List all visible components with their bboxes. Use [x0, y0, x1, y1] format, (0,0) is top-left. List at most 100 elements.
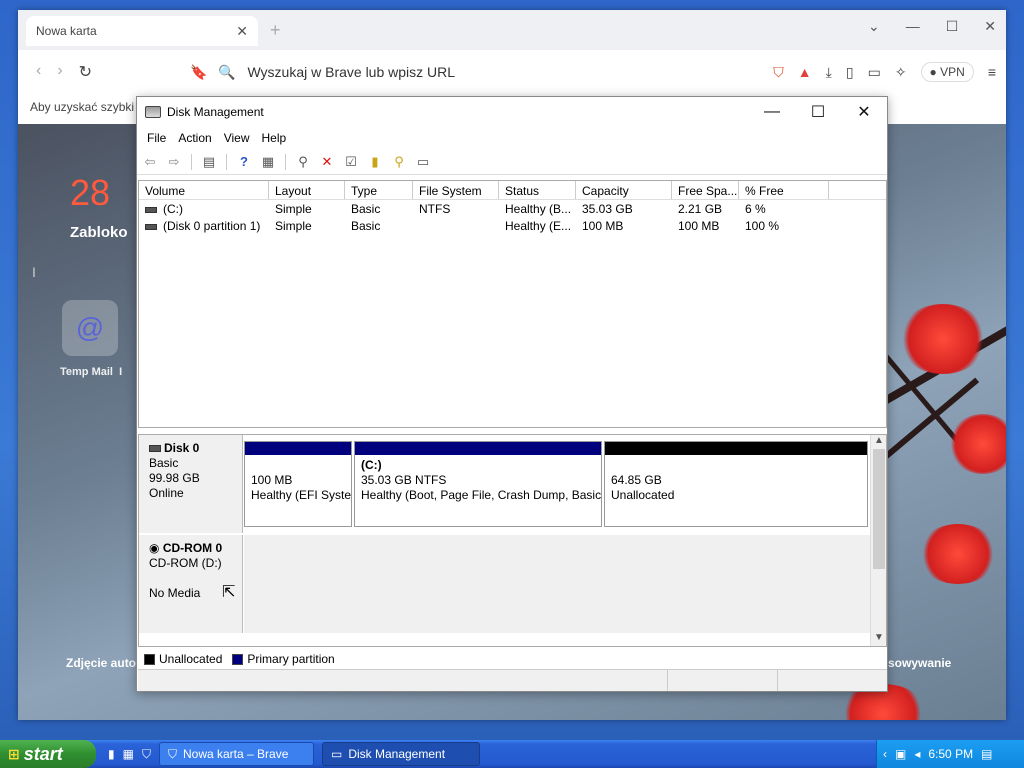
partition-size: 35.03 GB NTFS — [361, 473, 447, 487]
export-icon[interactable]: ▮ — [366, 153, 384, 171]
menu-action[interactable]: Action — [172, 131, 217, 145]
cdrom-name: CD-ROM 0 — [162, 541, 223, 555]
omnibox[interactable]: 🔍 Wyszukaj w Brave lub wpisz URL — [218, 57, 668, 87]
scroll-down-icon[interactable]: ▼ — [871, 632, 886, 646]
leo-ai-icon[interactable]: ✧ — [895, 64, 907, 81]
back-arrow-icon[interactable]: ⇦ — [141, 153, 159, 171]
search-icon: 🔍 — [218, 63, 236, 80]
partition-c[interactable]: (C:) 35.03 GB NTFS Healthy (Boot, Page F… — [354, 441, 602, 527]
maximize-icon[interactable]: ☐ — [946, 18, 959, 35]
partition-bar — [245, 442, 351, 455]
vpn-button[interactable]: ● VPN — [920, 62, 974, 82]
quick-launch: ▮ ▦ ⛉ — [108, 747, 151, 762]
reload-icon[interactable]: ↻ — [79, 62, 92, 82]
col-file-system[interactable]: File System — [413, 181, 499, 199]
col-capacity[interactable]: Capacity — [576, 181, 672, 199]
disk-0-label[interactable]: Disk 0 Basic 99.98 GB Online — [139, 435, 243, 533]
menu-icon[interactable]: ≡ — [988, 64, 996, 80]
sidebar-icon[interactable]: ▯ — [846, 64, 854, 81]
sync-text[interactable]: sowywanie — [888, 656, 951, 670]
scroll-up-icon[interactable]: ▲ — [871, 435, 886, 449]
tab-close-icon[interactable]: ✕ — [236, 23, 248, 40]
table-row[interactable]: (C:) Simple Basic NTFS Healthy (B... 35.… — [139, 200, 886, 217]
task-label: Nowa karta – Brave — [182, 747, 289, 761]
legend: Unallocated Primary partition — [138, 649, 887, 669]
legend-swatch-primary — [232, 653, 244, 665]
notepad-icon[interactable]: ▮ — [108, 747, 115, 762]
forward-icon[interactable]: › — [57, 62, 62, 82]
minimize-icon[interactable]: — — [906, 18, 920, 35]
new-tab-button[interactable]: + — [270, 20, 281, 41]
partition-efi[interactable]: 100 MB Healthy (EFI Syste — [244, 441, 352, 527]
col-status[interactable]: Status — [499, 181, 576, 199]
clock[interactable]: 6:50 PM — [928, 747, 973, 761]
check-icon[interactable]: ☑ — [342, 153, 360, 171]
start-button[interactable]: ⊞ start — [0, 740, 96, 768]
partition-size: 64.85 GB — [611, 473, 662, 487]
menu-help[interactable]: Help — [256, 131, 293, 145]
windows-flag-icon: ⊞ — [8, 745, 20, 762]
partition-info: 64.85 GB Unallocated — [605, 455, 867, 503]
cell-file-system — [413, 217, 499, 234]
nav-buttons: ‹ › ↻ — [26, 62, 176, 82]
show-action-pane-icon[interactable]: ▦ — [259, 153, 277, 171]
minimize-icon[interactable]: — — [749, 97, 795, 127]
brave-icon: ⛉ — [167, 746, 177, 761]
menu-view[interactable]: View — [218, 131, 256, 145]
col-free-space[interactable]: Free Spa... — [672, 181, 739, 199]
help-icon[interactable]: ? — [235, 153, 253, 171]
search-folder-icon[interactable]: ⚲ — [390, 153, 408, 171]
table-row[interactable]: (Disk 0 partition 1) Simple Basic Health… — [139, 217, 886, 234]
start-label: start — [23, 743, 63, 764]
forward-arrow-icon[interactable]: ⇨ — [165, 153, 183, 171]
notification-icon[interactable]: ▤ — [981, 747, 992, 761]
bookmark-icon[interactable]: 🔖 — [190, 64, 207, 81]
col-type[interactable]: Type — [345, 181, 413, 199]
vertical-scrollbar[interactable]: ▲ ▼ — [870, 435, 886, 646]
connect-icon[interactable]: ⚲ — [294, 153, 312, 171]
volume-icon[interactable]: ◂ — [914, 747, 920, 761]
brave-shields-icon[interactable]: ⛉ — [773, 64, 784, 81]
taskbar-item-disk-management[interactable]: ▭ Disk Management — [321, 742, 480, 766]
disk-management-window: Disk Management — ☐ ✕ File Action View H… — [136, 96, 888, 692]
date-number: 28 — [70, 172, 111, 213]
tray-expand-icon[interactable]: ‹ — [883, 747, 887, 761]
maximize-icon[interactable]: ☐ — [795, 97, 841, 127]
col-layout[interactable]: Layout — [269, 181, 345, 199]
cell-type: Basic — [351, 202, 381, 216]
cell-status: Healthy (E... — [505, 219, 572, 233]
disk-size: 99.98 GB — [149, 471, 200, 485]
dm-titlebar[interactable]: Disk Management — ☐ ✕ — [137, 97, 887, 127]
partition-unallocated[interactable]: 64.85 GB Unallocated — [604, 441, 868, 527]
browser-tab[interactable]: Nowa karta ✕ — [26, 16, 258, 46]
temp-mail-tile[interactable]: @ — [62, 300, 118, 356]
download-icon[interactable]: ⤓ — [826, 64, 832, 81]
properties-icon[interactable]: ▭ — [414, 153, 432, 171]
disk-type: Basic — [149, 456, 179, 470]
partition-label: (C:) — [361, 458, 382, 472]
scroll-thumb[interactable] — [873, 449, 885, 569]
task-label: Disk Management — [348, 747, 446, 761]
show-hide-console-tree-icon[interactable]: ▤ — [200, 153, 218, 171]
network-icon[interactable]: ▣ — [895, 747, 906, 761]
col-volume[interactable]: Volume — [139, 181, 269, 199]
legend-unallocated: Unallocated — [159, 652, 223, 666]
taskbar-item-brave[interactable]: ⛉ Nowa karta – Brave — [158, 742, 314, 766]
explorer-icon[interactable]: ▦ — [123, 747, 134, 762]
disk-name: Disk 0 — [164, 441, 200, 455]
toolbar-right: ⛉ ▲ ⤓ ▯ ▭ ✧ ● VPN ≡ — [773, 62, 996, 82]
delete-icon[interactable]: ✕ — [318, 153, 336, 171]
col-percent-free[interactable]: % Free — [739, 181, 829, 199]
wallet-icon[interactable]: ▭ — [868, 64, 881, 81]
brave-rewards-icon[interactable]: ▲ — [798, 64, 812, 80]
menu-file[interactable]: File — [141, 131, 172, 145]
close-icon[interactable]: ✕ — [841, 97, 887, 127]
brave-icon[interactable]: ⛉ — [142, 747, 151, 762]
back-icon[interactable]: ‹ — [36, 62, 41, 82]
photo-credit[interactable]: Zdjęcie auto — [66, 656, 136, 670]
close-icon[interactable]: ✕ — [984, 18, 996, 35]
tab-search-icon[interactable]: ⌄ — [868, 18, 880, 35]
window-title: Disk Management — [167, 105, 264, 119]
drive-icon — [145, 223, 157, 230]
menu-bar: File Action View Help — [137, 127, 887, 149]
